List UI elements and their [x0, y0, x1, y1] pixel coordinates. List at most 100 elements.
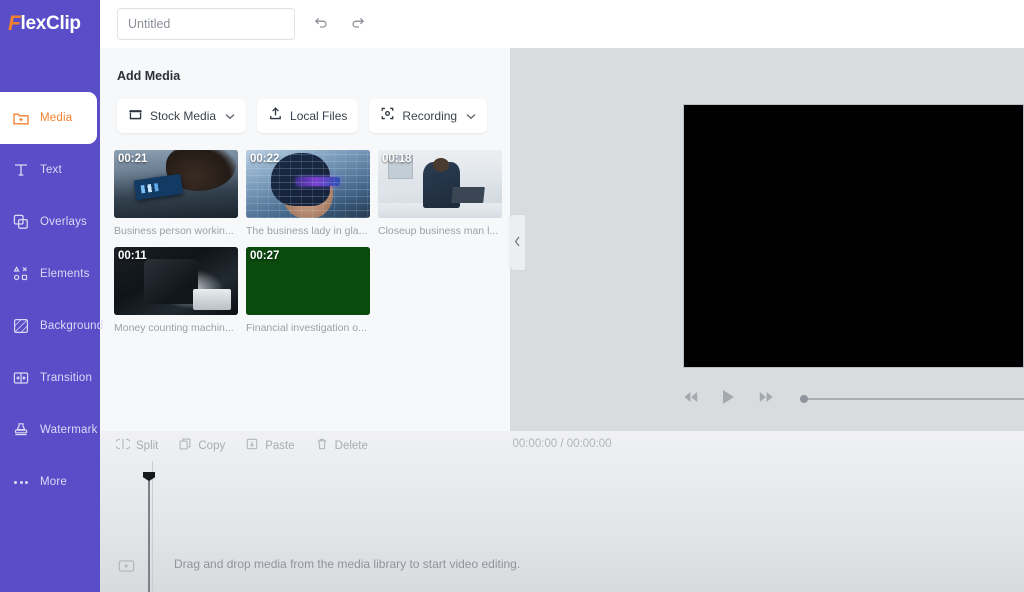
sidebar-item-label: Overlays [40, 216, 87, 228]
app-logo[interactable]: F lexClip [0, 0, 100, 48]
image-gradient-icon [12, 317, 30, 335]
left-sidebar: F lexClip Media Text Overlays Elements B… [0, 0, 103, 592]
local-files-label: Local Files [290, 109, 348, 123]
logo-f-mark: F [8, 12, 21, 35]
media-thumbnail[interactable]: 00:18 [378, 150, 502, 218]
project-title-input[interactable] [117, 8, 295, 40]
track-divider [152, 461, 153, 592]
upload-icon [268, 106, 283, 126]
sidebar-item-text[interactable]: Text [0, 144, 100, 196]
media-item[interactable]: 00:18 Closeup business man l... [378, 150, 502, 237]
sidebar-item-label: Watermark [40, 424, 98, 436]
media-item[interactable]: 00:11 Money counting machin... [114, 247, 238, 334]
store-icon [128, 106, 143, 126]
timeline-empty-hint: Drag and drop media from the media libra… [174, 557, 521, 571]
media-caption: Business person workin... [114, 225, 234, 237]
sidebar-nav: Media Text Overlays Elements Background … [0, 92, 103, 508]
layers-squares-icon [12, 213, 30, 231]
split-label: Split [136, 440, 159, 452]
delete-label: Delete [334, 440, 368, 452]
duration-badge: 00:18 [382, 153, 412, 165]
media-caption: Money counting machin... [114, 322, 234, 334]
folder-plus-icon [12, 109, 30, 127]
recording-button[interactable]: Recording [369, 99, 488, 133]
chevron-left-icon [514, 234, 521, 252]
collapse-panel-button[interactable] [510, 215, 525, 270]
duration-badge: 00:22 [250, 153, 280, 165]
panel-title: Add Media [117, 69, 181, 83]
sidebar-item-label: Text [40, 164, 62, 176]
top-toolbar [100, 0, 1024, 48]
recording-label: Recording [402, 109, 458, 123]
sidebar-item-label: Media [40, 112, 73, 124]
media-grid: 00:21 Business person workin... 00:22 Th… [100, 133, 510, 334]
sidebar-item-media[interactable]: Media [0, 92, 97, 144]
media-thumbnail[interactable]: 00:21 [114, 150, 238, 218]
ellipsis-icon [12, 473, 30, 491]
chevron-down-icon [466, 107, 476, 125]
timeline-panel: Split Copy Paste Delete 00:00:00 / 00:00… [100, 431, 1024, 592]
sidebar-item-background[interactable]: Background [0, 300, 103, 352]
chevron-down-icon [225, 107, 235, 125]
stock-media-button[interactable]: Stock Media [117, 99, 247, 133]
paste-button[interactable]: Paste [245, 437, 295, 456]
copy-label: Copy [198, 440, 226, 452]
stamp-icon [12, 421, 30, 439]
logo-wordmark: lexClip [20, 13, 82, 34]
sidebar-item-label: Elements [40, 268, 90, 280]
media-library-panel: Add Media Stock Media Local Files Record… [100, 48, 510, 431]
duration-badge: 00:27 [250, 250, 280, 262]
media-item[interactable]: 00:27 Financial investigation o... [246, 247, 370, 334]
video-clip-icon[interactable] [118, 557, 135, 574]
sidebar-item-transition[interactable]: Transition [0, 352, 100, 404]
undo-arrow-icon [312, 14, 329, 34]
flexclip-editor: F lexClip Media Text Overlays Elements B… [0, 0, 1024, 592]
timeline-toolbar: Split Copy Paste Delete 00:00:00 / 00:00… [100, 431, 1024, 461]
sidebar-item-label: Transition [40, 372, 93, 384]
sidebar-item-watermark[interactable]: Watermark [0, 404, 100, 456]
player-controls [510, 387, 1024, 411]
duration-badge: 00:21 [118, 153, 148, 165]
seek-slider[interactable] [800, 392, 1024, 406]
copy-button[interactable]: Copy [178, 437, 225, 456]
stock-media-label: Stock Media [150, 109, 217, 123]
rewind-button[interactable] [683, 390, 699, 408]
sidebar-item-label: More [40, 476, 68, 488]
copy-icon [178, 437, 192, 456]
paste-icon [245, 437, 259, 456]
sidebar-item-overlays[interactable]: Overlays [0, 196, 100, 248]
fast-forward-button[interactable] [758, 390, 774, 408]
media-item[interactable]: 00:21 Business person workin... [114, 150, 238, 237]
media-caption: Closeup business man l... [378, 225, 499, 237]
media-thumbnail[interactable]: 00:11 [114, 247, 238, 315]
split-button[interactable]: Split [114, 437, 159, 456]
timecode-display: 00:00:00 / 00:00:00 [512, 438, 612, 450]
media-thumbnail[interactable]: 00:27 [246, 247, 370, 315]
redo-button[interactable] [345, 11, 371, 37]
delete-button[interactable]: Delete [315, 437, 368, 456]
paste-label: Paste [265, 440, 295, 452]
media-item[interactable]: 00:22 The business lady in gla... [246, 150, 370, 237]
sidebar-item-elements[interactable]: Elements [0, 248, 100, 300]
preview-area [510, 48, 1024, 431]
add-media-buttons: Stock Media Local Files Recording [100, 83, 510, 133]
trash-icon [315, 437, 329, 456]
local-files-button[interactable]: Local Files [257, 99, 359, 133]
split-icon [114, 437, 132, 456]
playhead[interactable] [148, 472, 150, 592]
media-caption: Financial investigation o... [246, 322, 367, 334]
play-button[interactable] [721, 389, 736, 410]
media-thumbnail[interactable]: 00:22 [246, 150, 370, 218]
text-t-icon [12, 161, 30, 179]
sidebar-item-more[interactable]: More [0, 456, 100, 508]
shapes-grid-icon [12, 265, 30, 283]
undo-button[interactable] [307, 11, 333, 37]
redo-arrow-icon [350, 14, 367, 34]
seek-handle[interactable] [800, 395, 808, 403]
media-caption: The business lady in gla... [246, 225, 368, 237]
transition-arrows-icon [12, 369, 30, 387]
seek-track [800, 398, 1024, 400]
duration-badge: 00:11 [118, 250, 147, 262]
video-canvas[interactable] [683, 104, 1024, 368]
timeline-tracks: Drag and drop media from the media libra… [100, 461, 1024, 592]
